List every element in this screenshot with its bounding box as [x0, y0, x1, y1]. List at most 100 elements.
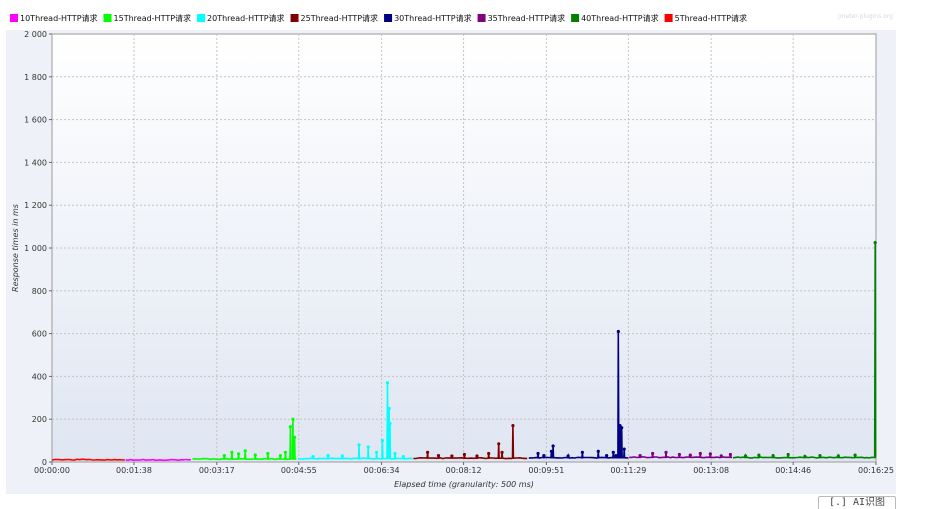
data-point [340, 454, 344, 458]
data-point [450, 454, 454, 458]
data-point [743, 454, 748, 458]
x-tick-label: 00:08:12 [446, 466, 482, 475]
watermark: jmeter-plugins.org [837, 13, 893, 20]
data-point [278, 453, 282, 458]
y-tick-label: 1 600 [24, 116, 47, 125]
data-point [357, 443, 361, 447]
data-point [677, 452, 682, 457]
data-point [616, 329, 620, 334]
data-point [497, 442, 501, 446]
legend-label: 5Thread-HTTP请求 [675, 13, 747, 23]
data-point [873, 241, 877, 245]
x-axis-title: Elapsed time (granularity: 500 ms) [394, 480, 534, 489]
data-point [243, 449, 247, 453]
data-point [708, 452, 712, 456]
data-point [283, 450, 287, 454]
data-point [771, 453, 775, 458]
y-tick-label: 1 000 [24, 244, 47, 253]
legend-label: 10Thread-HTTP请求 [20, 13, 98, 23]
data-point [622, 447, 626, 451]
data-point [475, 454, 479, 458]
data-point [542, 453, 546, 458]
legend-swatch [664, 14, 673, 22]
data-point [698, 451, 702, 456]
data-point [288, 425, 293, 429]
data-point [536, 451, 540, 456]
legend-label: 35Thread-HTTP请求 [488, 13, 566, 23]
data-point [757, 453, 761, 457]
data-point [614, 453, 618, 458]
data-point [580, 450, 584, 454]
data-point [236, 452, 241, 456]
x-tick-label: 00:01:38 [116, 466, 152, 475]
data-point [326, 453, 330, 458]
legend-label: 20Thread-HTTP请求 [207, 13, 285, 23]
legend-swatch [571, 14, 580, 22]
data-point [426, 450, 430, 454]
data-point [688, 453, 692, 457]
series-line [125, 458, 191, 462]
x-tick-label: 00:14:46 [775, 466, 811, 475]
legend-swatch [384, 14, 393, 22]
y-tick-label: 1 800 [24, 73, 47, 82]
data-point [500, 450, 504, 454]
data-point [222, 453, 226, 458]
data-point [311, 455, 315, 459]
y-tick-label: 600 [32, 330, 47, 339]
x-tick-label: 00:09:51 [528, 466, 564, 475]
data-point [462, 452, 467, 457]
legend-swatch [10, 14, 18, 22]
y-tick-label: 1 200 [24, 201, 47, 210]
data-point [380, 439, 385, 443]
legend-swatch [290, 14, 299, 22]
x-tick-label: 00:16:25 [858, 466, 894, 475]
y-tick-label: 800 [32, 287, 47, 296]
data-point [253, 453, 257, 457]
legend-label: 15Thread-HTTP请求 [114, 13, 192, 23]
data-point [728, 452, 733, 457]
data-point [638, 453, 642, 458]
data-point [596, 449, 600, 453]
data-point [291, 417, 295, 421]
x-tick-label: 00:11:29 [610, 466, 646, 475]
legend-label: 25Thread-HTTP请求 [301, 13, 379, 23]
data-point [366, 445, 370, 449]
data-point [551, 444, 555, 448]
data-point [230, 450, 234, 454]
data-point [436, 453, 441, 458]
data-point [549, 449, 554, 453]
data-point [487, 451, 491, 456]
data-point [818, 453, 822, 458]
x-tick-label: 00:06:34 [364, 466, 400, 475]
legend-swatch [197, 14, 206, 22]
data-point [393, 451, 397, 456]
data-point [374, 450, 379, 454]
y-axis-title: Response times in ms [11, 204, 20, 292]
data-point [266, 451, 270, 456]
data-point [786, 452, 790, 457]
legend-swatch [103, 14, 112, 22]
data-point [387, 406, 391, 411]
series-5Thread-HTTP请求 [51, 458, 125, 461]
series-10Thread-HTTP请求 [125, 458, 191, 462]
series-line [51, 458, 125, 461]
data-point [611, 450, 615, 454]
data-point [511, 424, 515, 428]
data-point [664, 450, 668, 454]
data-point [401, 455, 405, 459]
data-point [651, 451, 655, 456]
x-tick-label: 00:03:17 [199, 466, 235, 475]
legend-swatch [477, 14, 486, 22]
x-tick-label: 00:04:55 [281, 466, 317, 475]
y-tick-label: 400 [32, 372, 47, 381]
chart-svg: jmeter-plugins.org 10Thread-HTTP请求 15Thre… [0, 0, 900, 494]
ai-image-recognition-button[interactable]: [.] AI识图 [818, 496, 896, 509]
data-point [853, 453, 857, 457]
data-point [566, 454, 570, 458]
data-point [836, 454, 840, 458]
legend-label: 40Thread-HTTP请求 [581, 13, 659, 23]
legend-label: 30Thread-HTTP请求 [394, 13, 472, 23]
data-point [605, 453, 609, 458]
y-tick-label: 1 400 [24, 158, 47, 167]
data-point [292, 435, 297, 439]
